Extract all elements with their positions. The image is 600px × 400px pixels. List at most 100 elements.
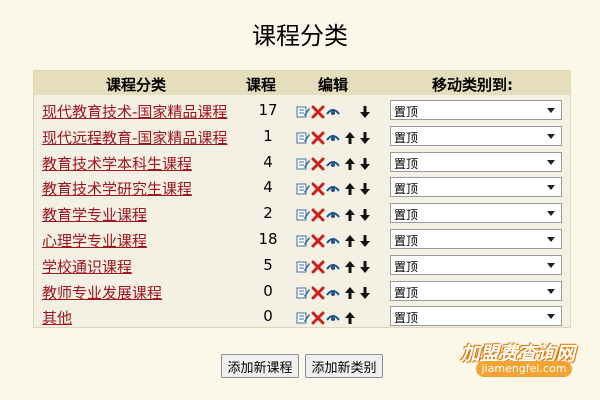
arrow-down-icon[interactable] (359, 157, 373, 171)
move-category-select[interactable]: 置顶 (390, 306, 562, 327)
select-value: 置顶 (394, 208, 419, 223)
category-link[interactable]: 现代远程教育-国家精品课程 (42, 127, 227, 148)
select-value: 置顶 (394, 156, 419, 171)
chevron-down-icon (547, 288, 555, 294)
delete-icon[interactable] (311, 234, 325, 248)
course-count: 4 (263, 178, 273, 197)
select-value: 置顶 (394, 285, 419, 300)
table-row: 其他 0 置顶 (34, 303, 570, 329)
add-category-button[interactable]: 添加新类别 (305, 354, 383, 378)
course-count: 0 (263, 281, 273, 300)
move-category-select[interactable]: 置顶 (390, 151, 562, 172)
chevron-down-icon (547, 211, 555, 217)
course-count: 17 (258, 101, 278, 119)
header-edit: 编辑 (318, 76, 349, 94)
delete-icon[interactable] (311, 208, 325, 222)
chevron-down-icon (547, 314, 555, 320)
arrow-up-icon[interactable] (344, 260, 358, 274)
arrow-down-icon[interactable] (359, 234, 373, 248)
category-link[interactable]: 心理学专业课程 (42, 230, 147, 251)
eye-icon[interactable] (326, 105, 340, 119)
delete-icon[interactable] (311, 286, 325, 300)
table-row: 教育技术学本科生课程 4 置顶 (34, 149, 570, 175)
edit-icon[interactable] (296, 311, 310, 325)
arrow-up-icon[interactable] (344, 286, 358, 300)
select-value: 置顶 (394, 259, 419, 274)
edit-icon[interactable] (296, 260, 310, 274)
move-category-select[interactable]: 置顶 (390, 229, 562, 249)
move-category-select[interactable]: 置顶 (390, 203, 562, 224)
chevron-down-icon (547, 108, 555, 113)
table-header: 课程分类 课程 编辑 移动类别到: (34, 71, 570, 95)
move-category-select[interactable]: 置顶 (390, 254, 562, 275)
eye-icon[interactable] (326, 260, 340, 274)
delete-icon[interactable] (311, 157, 325, 171)
arrow-up-icon[interactable] (344, 157, 358, 171)
header-courses: 课程 (246, 76, 277, 94)
eye-icon[interactable] (326, 286, 340, 300)
delete-icon[interactable] (311, 105, 325, 119)
arrow-down-icon[interactable] (359, 286, 373, 300)
eye-icon[interactable] (326, 208, 340, 222)
arrow-down-icon[interactable] (359, 260, 373, 274)
eye-icon[interactable] (326, 157, 340, 171)
chevron-down-icon (547, 262, 555, 268)
arrow-up-icon[interactable] (344, 131, 358, 145)
arrow-up-icon[interactable] (344, 182, 358, 196)
course-count: 18 (258, 230, 278, 248)
edit-icon[interactable] (296, 286, 310, 300)
header-move: 移动类别到: (432, 76, 513, 94)
edit-icon[interactable] (296, 182, 310, 196)
category-link[interactable]: 教育学专业课程 (42, 204, 147, 225)
header-category: 课程分类 (106, 76, 167, 94)
table-row: 教育学专业课程 2 置顶 (34, 200, 570, 226)
edit-icon[interactable] (296, 208, 310, 222)
move-category-select[interactable]: 置顶 (390, 125, 562, 146)
chevron-down-icon (547, 185, 555, 191)
eye-icon[interactable] (326, 234, 340, 248)
arrow-up-icon[interactable] (344, 234, 358, 248)
select-value: 置顶 (394, 311, 419, 326)
category-link[interactable]: 现代教育技术-国家精品课程 (42, 101, 227, 122)
chevron-down-icon (547, 159, 555, 165)
edit-icon[interactable] (296, 131, 310, 145)
edit-icon[interactable] (296, 157, 310, 171)
delete-icon[interactable] (311, 260, 325, 274)
table-row: 教师专业发展课程 0 置顶 (34, 278, 570, 304)
arrow-down-icon[interactable] (359, 182, 373, 196)
table-row: 现代远程教育-国家精品课程 1 置顶 (34, 123, 570, 149)
delete-icon[interactable] (311, 311, 325, 325)
move-category-select[interactable]: 置顶 (390, 177, 562, 198)
course-count: 4 (263, 152, 273, 171)
category-table: 课程分类 课程 编辑 移动类别到: 现代教育技术-国家精品课程 17 置顶 现代远程教… (33, 70, 571, 328)
edit-icon[interactable] (296, 105, 310, 119)
category-link[interactable]: 教师专业发展课程 (42, 282, 162, 303)
arrow-down-icon[interactable] (359, 131, 373, 145)
chevron-down-icon (547, 133, 555, 139)
select-value: 置顶 (394, 130, 419, 145)
table-row: 心理学专业课程 18 置顶 (34, 226, 570, 252)
category-link[interactable]: 教育技术学研究生课程 (42, 178, 192, 199)
course-count: 1 (263, 126, 273, 145)
category-link[interactable]: 其他 (42, 307, 72, 328)
eye-icon[interactable] (326, 182, 340, 196)
delete-icon[interactable] (311, 182, 325, 196)
chevron-down-icon (547, 237, 555, 242)
eye-icon[interactable] (326, 311, 340, 325)
watermark-url: jiamengfei.com (476, 361, 572, 377)
move-category-select[interactable]: 置顶 (390, 100, 562, 120)
eye-icon[interactable] (326, 131, 340, 145)
delete-icon[interactable] (311, 131, 325, 145)
arrow-down-icon[interactable] (359, 208, 373, 222)
table-row: 现代教育技术-国家精品课程 17 置顶 (34, 97, 570, 123)
table-row: 教育技术学研究生课程 4 置顶 (34, 174, 570, 200)
course-count: 2 (263, 204, 273, 223)
arrow-down-icon[interactable] (359, 105, 373, 119)
add-course-button[interactable]: 添加新课程 (221, 354, 299, 378)
category-link[interactable]: 教育技术学本科生课程 (42, 153, 192, 174)
arrow-up-icon[interactable] (344, 208, 358, 222)
category-link[interactable]: 学校通识课程 (42, 256, 132, 277)
arrow-up-icon[interactable] (344, 311, 358, 325)
edit-icon[interactable] (296, 234, 310, 248)
move-category-select[interactable]: 置顶 (390, 280, 562, 301)
